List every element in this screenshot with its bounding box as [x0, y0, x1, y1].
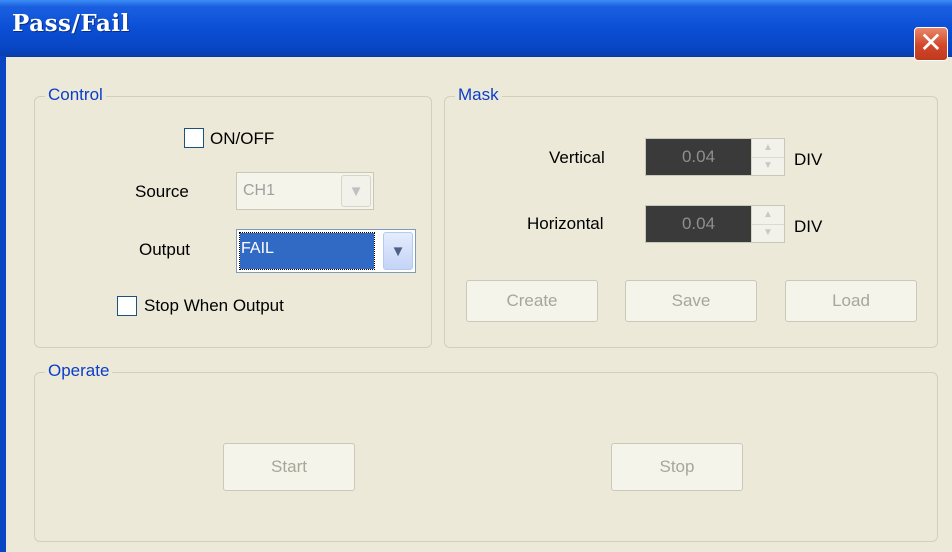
vertical-label: Vertical	[549, 148, 605, 167]
horizontal-label: Horizontal	[527, 214, 604, 233]
source-label: Source	[135, 182, 189, 201]
vertical-value: 0.04	[681, 147, 716, 166]
source-value: CH1	[243, 182, 276, 199]
source-select[interactable]: CH1 ▼	[236, 172, 374, 210]
caret-down-icon[interactable]: ▼	[752, 157, 784, 175]
control-legend: Control	[45, 85, 106, 105]
on-off-checkbox[interactable]	[184, 128, 204, 148]
start-button[interactable]: Start	[223, 443, 355, 491]
caret-up-icon[interactable]: ▲	[752, 206, 784, 225]
load-button[interactable]: Load	[785, 280, 917, 322]
close-button[interactable]: ✕	[914, 27, 948, 61]
chevron-down-icon: ▼	[341, 175, 371, 207]
output-select[interactable]: FAIL ▼	[236, 229, 416, 273]
horizontal-spin-buttons: ▲ ▼	[751, 206, 784, 242]
output-value: FAIL	[241, 240, 274, 257]
pass-fail-dialog: Pass/Fail ✕ Control ON/OFF Source CH1 ▼ …	[0, 0, 952, 552]
chevron-down-icon[interactable]: ▼	[383, 232, 413, 270]
stop-button[interactable]: Stop	[611, 443, 743, 491]
window-frame-left	[0, 56, 6, 552]
title-bar[interactable]: Pass/Fail ✕	[0, 0, 952, 61]
close-icon: ✕	[919, 26, 943, 59]
on-off-label: ON/OFF	[210, 129, 275, 148]
vertical-unit: DIV	[794, 150, 823, 169]
vertical-spin-buttons: ▲ ▼	[751, 139, 784, 175]
caret-up-icon[interactable]: ▲	[752, 139, 784, 158]
horizontal-unit: DIV	[794, 217, 823, 236]
output-label: Output	[139, 240, 191, 259]
stop-when-output-checkbox[interactable]	[117, 296, 137, 316]
horizontal-spinbox[interactable]: 0.04 ▲ ▼	[645, 205, 785, 243]
stop-when-output-label: Stop When Output	[144, 296, 284, 315]
vertical-spinbox[interactable]: 0.04 ▲ ▼	[645, 138, 785, 176]
save-button[interactable]: Save	[625, 280, 757, 322]
window-title: Pass/Fail	[12, 10, 130, 37]
mask-legend: Mask	[455, 85, 502, 105]
caret-down-icon[interactable]: ▼	[752, 224, 784, 242]
horizontal-value: 0.04	[681, 214, 716, 233]
operate-legend: Operate	[45, 361, 113, 381]
operate-group: Operate	[34, 361, 938, 542]
create-button[interactable]: Create	[466, 280, 598, 322]
